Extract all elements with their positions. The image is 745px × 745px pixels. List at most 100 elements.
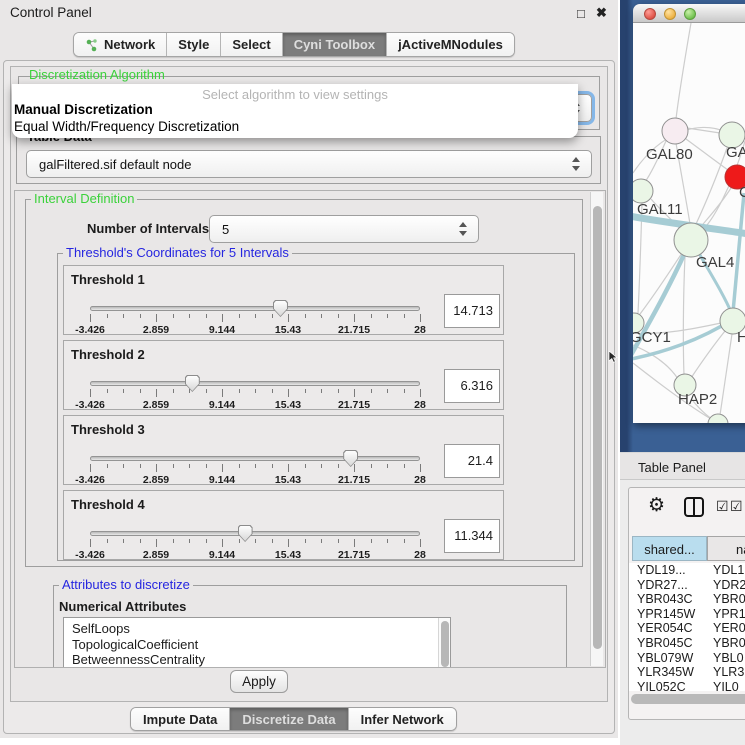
list-scrollbar-thumb[interactable] — [441, 621, 449, 667]
checkbox-icon[interactable]: ☑ — [716, 499, 729, 515]
split-columns-icon[interactable] — [684, 497, 704, 517]
slider-thumb[interactable] — [185, 375, 200, 392]
tick-label: 15.43 — [260, 324, 316, 336]
column-header-name[interactable]: na — [707, 536, 745, 561]
table-data-selected-value: galFiltered.sif default node — [39, 151, 191, 179]
threshold-1-slider[interactable]: -3.4262.8599.14415.4321.71528 — [90, 300, 420, 336]
table-row[interactable]: YIL052CYIL0 — [629, 680, 745, 691]
slider-track[interactable] — [90, 456, 420, 461]
threshold-1-value-field[interactable]: 14.713 — [444, 294, 500, 328]
close-window-icon[interactable] — [644, 8, 656, 20]
threshold-4-slider[interactable]: -3.4262.8599.14415.4321.71528 — [90, 525, 420, 561]
slider-thumb[interactable] — [273, 300, 288, 317]
numerical-attributes-list[interactable]: SelfLoops TopologicalCoefficient Between… — [63, 617, 451, 668]
control-panel-title: Control Panel — [10, 5, 92, 20]
tick-label: -3.426 — [62, 549, 118, 561]
threshold-3-slider[interactable]: -3.4262.8599.14415.4321.71528 — [90, 450, 420, 486]
table-row[interactable]: YDL19...YDL1 — [629, 563, 745, 578]
tick-label: 21.715 — [326, 474, 382, 486]
node-label-hap2: HAP2 — [678, 391, 717, 408]
algorithm-prompt: Select algorithm to view settings — [12, 87, 578, 102]
table-row[interactable]: YPR145WYPR1 — [629, 607, 745, 622]
option-equal-width-frequency[interactable]: Equal Width/Frequency Discretization — [14, 119, 239, 134]
tab-impute-data[interactable]: Impute Data — [131, 708, 230, 730]
table-row[interactable]: YER054CYER0 — [629, 621, 745, 636]
mouse-cursor — [609, 351, 619, 369]
slider-track[interactable] — [90, 381, 420, 386]
tick-label: -3.426 — [62, 324, 118, 336]
node-gal11[interactable] — [633, 179, 653, 203]
tick-label: -3.426 — [62, 399, 118, 411]
threshold-row-1: Threshold 1 -3.4262.8599.14415.4321.7152… — [63, 265, 504, 335]
tick-label: 2.859 — [128, 549, 184, 561]
slider-thumb[interactable] — [343, 450, 358, 467]
table-panel-card: ⚙ ☑ ☑ shared... na YDL19...YDL1 YDR27...… — [628, 487, 745, 720]
network-window-titlebar — [633, 4, 745, 23]
zoom-window-icon[interactable] — [684, 8, 696, 20]
numerical-attributes-label: Numerical Attributes — [59, 599, 186, 614]
float-window-icon[interactable]: □ — [577, 6, 585, 21]
tick-label: 28 — [392, 549, 448, 561]
slider-ticks — [90, 539, 420, 548]
tick-label: -3.426 — [62, 474, 118, 486]
node-gal80[interactable] — [662, 118, 688, 144]
option-manual-discretization[interactable]: Manual Discretization — [14, 102, 153, 117]
slider-track[interactable] — [90, 531, 420, 536]
slider-track[interactable] — [90, 306, 420, 311]
tick-labels: -3.4262.8599.14415.4321.71528 — [90, 399, 420, 411]
column-header-shared-name[interactable]: shared... — [632, 536, 707, 561]
table-rows-viewport: YDL19...YDL1 YDR27...YDR2 YBR043CYBR0 YP… — [629, 563, 745, 691]
slider-thumb[interactable] — [238, 525, 253, 542]
tab-infer-network[interactable]: Infer Network — [349, 708, 456, 730]
tick-label: 9.144 — [194, 399, 250, 411]
threshold-4-value-field[interactable]: 11.344 — [444, 519, 500, 553]
apply-button[interactable]: Apply — [230, 670, 288, 693]
number-of-intervals-spinner[interactable]: 5 — [209, 215, 479, 243]
table-row[interactable]: YLR345WYLR3 — [629, 665, 745, 680]
tick-label: 21.715 — [326, 399, 382, 411]
horizontal-scrollbar-thumb[interactable] — [631, 694, 745, 704]
tick-label: 2.859 — [128, 474, 184, 486]
node-label-red: C — [739, 184, 745, 201]
spinner-arrows-icon — [459, 222, 468, 236]
table-row[interactable]: YBR043CYBR0 — [629, 592, 745, 607]
tick-label: 9.144 — [194, 549, 250, 561]
gear-icon[interactable]: ⚙ — [648, 496, 665, 515]
settings-scrollbar-thumb[interactable] — [593, 206, 602, 649]
node-label-gal11: GAL11 — [637, 201, 683, 218]
interval-definition-group-title: Interval Definition — [31, 192, 137, 206]
list-item[interactable]: SelfLoops — [64, 621, 450, 637]
list-item[interactable]: TopologicalCoefficient — [64, 637, 450, 653]
tab-select[interactable]: Select — [221, 33, 282, 56]
table-data-combobox[interactable]: galFiltered.sif default node — [26, 150, 592, 178]
tab-cyni-toolbox[interactable]: Cyni Toolbox — [283, 33, 387, 56]
close-icon[interactable]: ✖ — [596, 5, 607, 20]
node-gal4[interactable] — [674, 223, 708, 257]
table-row[interactable]: YDR27...YDR2 — [629, 578, 745, 593]
bottom-tab-bar: Impute Data Discretize Data Infer Networ… — [130, 707, 457, 731]
tab-network[interactable]: Network — [74, 33, 167, 56]
list-scrollbar[interactable] — [438, 618, 450, 668]
slider-ticks — [90, 389, 420, 398]
node-bottom[interactable] — [708, 414, 728, 423]
settings-scrollbar[interactable] — [590, 192, 603, 666]
table-row[interactable]: YBL079WYBL0 — [629, 651, 745, 666]
tick-label: 15.43 — [260, 474, 316, 486]
threshold-row-3: Threshold 3 -3.4262.8599.14415.4321.7152… — [63, 415, 504, 485]
tab-jactivemnodules[interactable]: jActiveMNodules — [387, 33, 514, 56]
tick-labels: -3.4262.8599.14415.4321.71528 — [90, 324, 420, 336]
list-item[interactable]: BetweennessCentrality — [64, 652, 450, 668]
network-canvas[interactable]: GAL80 GA C GAL11 GAL4 GCY1 H HAP2 — [633, 23, 745, 423]
tab-discretize-data[interactable]: Discretize Data — [230, 708, 348, 730]
network-icon — [85, 38, 99, 52]
table-row[interactable]: YBR045CYBR0 — [629, 636, 745, 651]
minimize-window-icon[interactable] — [664, 8, 676, 20]
threshold-3-value-field[interactable]: 21.4 — [444, 444, 500, 478]
attributes-group-title: Attributes to discretize — [59, 578, 193, 592]
threshold-2-value-field[interactable]: 6.316 — [444, 369, 500, 403]
tab-style[interactable]: Style — [167, 33, 221, 56]
tick-label: 9.144 — [194, 474, 250, 486]
threshold-2-slider[interactable]: -3.4262.8599.14415.4321.71528 — [90, 375, 420, 411]
checkbox-icon[interactable]: ☑ — [730, 499, 743, 515]
threshold-row-4: Threshold 4 -3.4262.8599.14415.4321.7152… — [63, 490, 504, 560]
